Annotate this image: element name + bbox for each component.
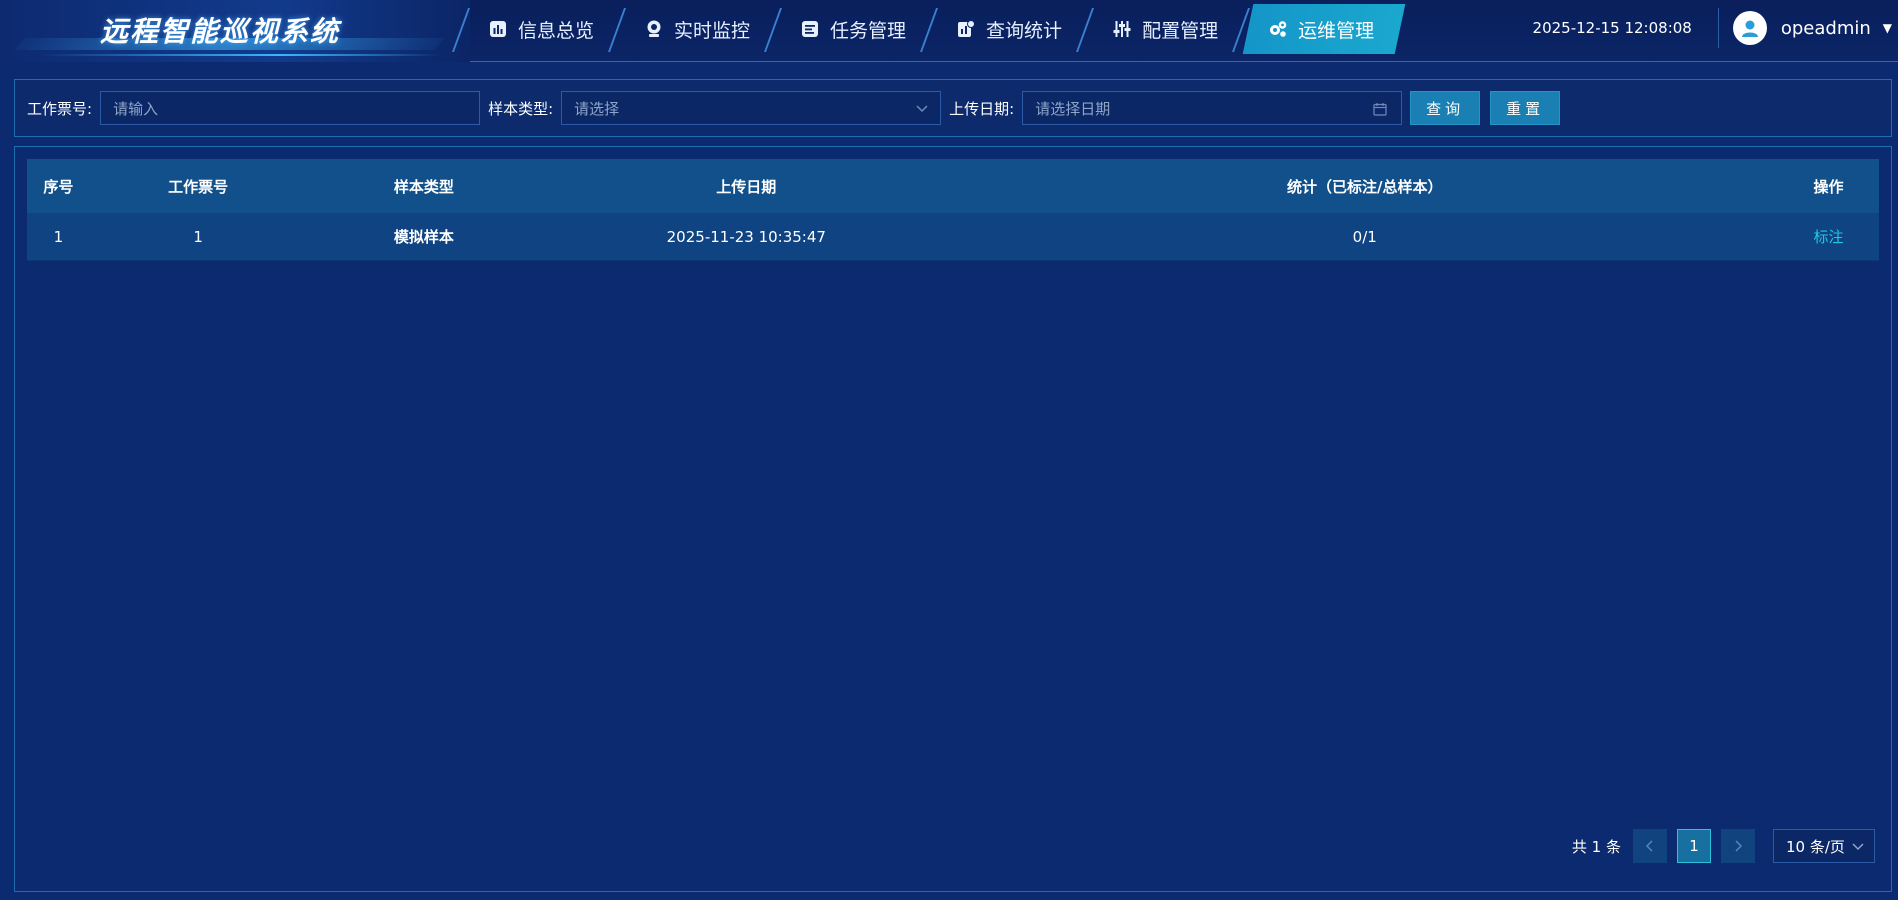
bar-chart-icon [490,21,506,37]
webcam-icon [647,20,661,37]
table-row: 1 1 模拟样本 2025-11-23 10:35:47 0/1 标注 [27,213,1879,261]
cell-action: 标注 [1778,226,1879,247]
nav-item-ops[interactable]: 运维管理 [1232,4,1396,54]
query-button[interactable]: 查询 [1410,91,1481,125]
annotate-link[interactable]: 标注 [1814,228,1844,246]
date-picker[interactable]: 请选择日期 [1022,91,1403,125]
user-icon [1741,20,1758,37]
col-action: 操作 [1813,177,1844,196]
cell-index: 1 [53,227,64,246]
col-index: 序号 [43,177,74,196]
nav-label-monitor: 实时监控 [674,19,751,42]
table-header: 序号 工作票号 样本类型 上传日期 统计（已标注/总样本） 操作 [27,159,1879,213]
col-stats: 统计（已标注/总样本） [1286,177,1443,196]
nav-item-monitor[interactable]: 实时监控 [608,4,772,54]
nav-item-config[interactable]: 配置管理 [1076,4,1240,54]
prev-page-button[interactable] [1633,829,1667,863]
table-panel: 序号 工作票号 样本类型 上传日期 统计（已标注/总样本） 操作 1 1 模拟样… [14,146,1892,892]
logo-underline [40,54,440,56]
date-label: 上传日期: [949,99,1015,118]
reset-button[interactable]: 重置 [1490,91,1561,125]
top-header: 远程智能巡视系统 信息总览 实时监控 任务管理 查询统计 配置管理 运维管理 2… [0,0,1898,62]
main-nav: 信息总览 实时监控 任务管理 查询统计 配置管理 运维管理 [451,4,1396,54]
header-user-area: 2025-12-15 12:08:08 opeadmin ▼ [1533,0,1898,56]
task-list-icon [802,21,819,37]
type-placeholder: 请选择 [574,99,620,118]
nav-item-tasks[interactable]: 任务管理 [764,4,928,54]
nav-label-stats: 查询统计 [986,19,1063,42]
next-page-button[interactable] [1721,829,1755,863]
cell-date: 2025-11-23 10:35:47 [666,227,826,246]
col-date: 上传日期 [716,177,777,196]
avatar[interactable] [1732,11,1767,45]
chevron-down-icon [916,105,928,113]
chevron-down-icon [1852,843,1864,851]
cell-type: 模拟样本 [393,228,454,246]
cell-ticket: 1 [193,227,203,246]
type-label: 样本类型: [488,99,554,118]
ticket-label: 工作票号: [27,99,93,118]
ticket-input[interactable]: 请输入 [100,91,481,125]
nav-item-stats[interactable]: 查询统计 [920,4,1084,54]
caret-down-icon[interactable]: ▼ [1883,21,1892,35]
stats-icon [958,20,976,37]
app-title: 远程智能巡视系统 [100,15,341,48]
page-number-1[interactable]: 1 [1677,829,1711,863]
page-size-value: 10 条/页 [1786,837,1845,856]
pagination: 共 1 条 1 10 条/页 [1572,829,1875,863]
gears-icon [1270,21,1287,37]
type-select[interactable]: 请选择 [561,91,942,125]
calendar-icon [1373,103,1387,116]
nav-label-config: 配置管理 [1142,19,1219,42]
sliders-icon [1113,21,1131,37]
username[interactable]: opeadmin [1781,18,1871,39]
filter-bar: 工作票号: 请输入 样本类型: 请选择 上传日期: 请选择日期 查询 重置 [14,79,1892,137]
col-type: 样本类型 [393,177,454,196]
date-placeholder: 请选择日期 [1035,99,1111,118]
nav-label-overview: 信息总览 [518,19,595,42]
ticket-placeholder: 请输入 [113,99,159,118]
nav-label-ops: 运维管理 [1298,19,1375,42]
col-ticket: 工作票号 [168,177,229,196]
logo-area: 远程智能巡视系统 [0,0,470,62]
nav-item-overview[interactable]: 信息总览 [451,4,616,54]
sample-table: 序号 工作票号 样本类型 上传日期 统计（已标注/总样本） 操作 1 1 模拟样… [27,159,1879,261]
cell-stats: 0/1 [1352,227,1377,246]
header-divider [1717,8,1719,48]
total-count: 共 1 条 [1571,837,1621,856]
chevron-left-icon [1645,840,1653,852]
chevron-right-icon [1735,840,1743,852]
nav-label-tasks: 任务管理 [830,19,907,42]
page-size-select[interactable]: 10 条/页 [1773,829,1875,863]
current-datetime: 2025-12-15 12:08:08 [1532,19,1692,37]
